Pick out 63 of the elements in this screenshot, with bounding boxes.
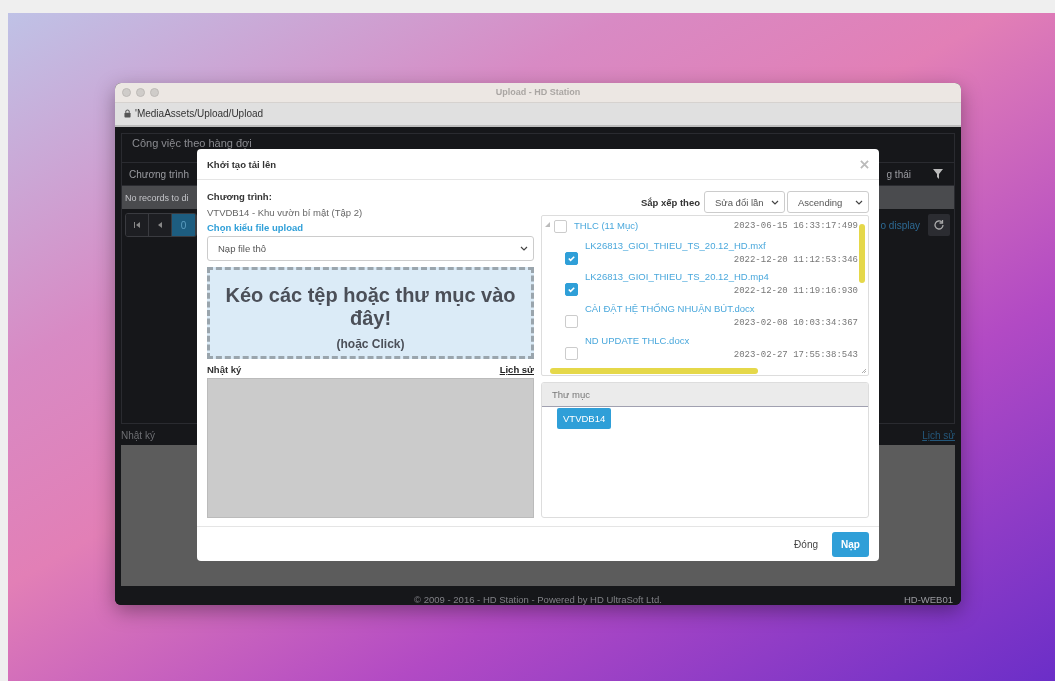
page-button[interactable]: 0 bbox=[172, 214, 196, 236]
file-name[interactable]: THLC (11 Mục) bbox=[574, 220, 639, 231]
address-bar[interactable]: 'MediaAssets/Upload/Upload bbox=[115, 102, 961, 127]
folder-header: Thư mục bbox=[542, 383, 868, 407]
upload-type-select[interactable]: Nạp file thô bbox=[207, 236, 534, 261]
checkbox[interactable] bbox=[565, 252, 578, 265]
close-light-icon[interactable] bbox=[122, 87, 131, 97]
folder-tag[interactable]: VTVDB14 bbox=[557, 408, 612, 429]
sort-field-select[interactable]: Sửa đổi lần bbox=[704, 191, 785, 213]
column-header: g thái bbox=[886, 168, 911, 180]
modified-date: 2022-12-20 11:19:16:930 bbox=[733, 286, 858, 296]
checkbox[interactable] bbox=[565, 347, 578, 360]
previous-page-button[interactable] bbox=[149, 214, 172, 236]
dropzone-title: Kéo các tệp hoặc thư mục vào đây! bbox=[224, 284, 517, 330]
pager-info: o display bbox=[880, 219, 920, 231]
file-name[interactable]: ND UPDATE THLC.docx bbox=[585, 335, 858, 346]
close-button[interactable]: Đóng bbox=[794, 538, 818, 550]
minimize-light-icon[interactable] bbox=[136, 87, 145, 97]
sort-label: Sắp xếp theo bbox=[640, 196, 700, 208]
refresh-icon[interactable] bbox=[933, 219, 945, 231]
log-label: Nhật ký bbox=[121, 430, 155, 443]
caret-icon[interactable] bbox=[520, 246, 528, 251]
caret-icon[interactable] bbox=[771, 199, 779, 205]
scrollbar[interactable] bbox=[859, 224, 865, 283]
caret-icon[interactable] bbox=[855, 199, 863, 205]
program-label: Chương trình: bbox=[207, 191, 273, 202]
sort-order-select[interactable]: Ascending bbox=[787, 191, 869, 213]
file-name[interactable]: LK26813_GIOI_THIEU_TS_20.12_HD.mp4 bbox=[585, 271, 858, 282]
resize-grip-icon[interactable] bbox=[861, 368, 867, 374]
footer-text: © 2009 - 2016 - HD Station - Powered by HD UltraSoft Ltd. bbox=[414, 594, 662, 605]
check-icon bbox=[567, 285, 576, 294]
modified-date: 2023-06-15 16:33:17:499 bbox=[733, 221, 858, 231]
modified-date: 2023-02-08 10:03:34:367 bbox=[733, 318, 858, 328]
check-icon bbox=[567, 254, 576, 263]
dropzone[interactable]: Kéo các tệp hoặc thư mục vào đây! (hoặc Click) bbox=[207, 267, 534, 359]
upload-type-label: Chọn kiểu file upload bbox=[207, 222, 305, 233]
window-title: Upload - HD Station bbox=[495, 87, 581, 98]
zoom-light-icon[interactable] bbox=[150, 87, 159, 97]
program-value: VTVDB14 - Khu vườn bí mật (Tập 2) bbox=[207, 207, 364, 218]
scrollbar[interactable] bbox=[550, 368, 758, 374]
dropzone-hint: (hoặc Click) bbox=[336, 337, 405, 351]
first-page-icon[interactable] bbox=[134, 222, 140, 228]
history-link[interactable]: Lịch sử bbox=[499, 364, 534, 375]
lock-icon bbox=[124, 109, 131, 119]
close-button[interactable] bbox=[860, 159, 869, 169]
modified-date: 2022-12-20 11:12:53:346 bbox=[733, 255, 858, 265]
server-name: HD-WEB01 bbox=[903, 594, 953, 605]
checkbox[interactable] bbox=[554, 220, 567, 233]
filter-icon[interactable] bbox=[933, 169, 943, 179]
file-name[interactable]: LK26813_GIOI_THIEU_TS_20.12_HD.mxf bbox=[585, 240, 858, 251]
empty-message: No records to di bbox=[125, 192, 189, 203]
checkbox[interactable] bbox=[565, 283, 578, 296]
column-header: Chương trình bbox=[129, 168, 189, 180]
checkbox[interactable] bbox=[565, 315, 578, 328]
previous-page-icon[interactable] bbox=[157, 222, 163, 228]
history-link[interactable]: Lịch sử bbox=[922, 430, 955, 443]
refresh-button[interactable] bbox=[928, 214, 950, 236]
file-name[interactable]: CÀI ĐẶT HỆ THỐNG NHUẬN BÚT.docx bbox=[585, 303, 858, 314]
expand-toggle-icon[interactable] bbox=[545, 222, 550, 227]
first-page-button[interactable] bbox=[126, 214, 149, 236]
log-label: Nhật ký bbox=[207, 364, 242, 375]
modified-date: 2023-02-27 17:55:38:543 bbox=[733, 350, 858, 360]
upload-button[interactable]: Nạp bbox=[832, 531, 869, 557]
